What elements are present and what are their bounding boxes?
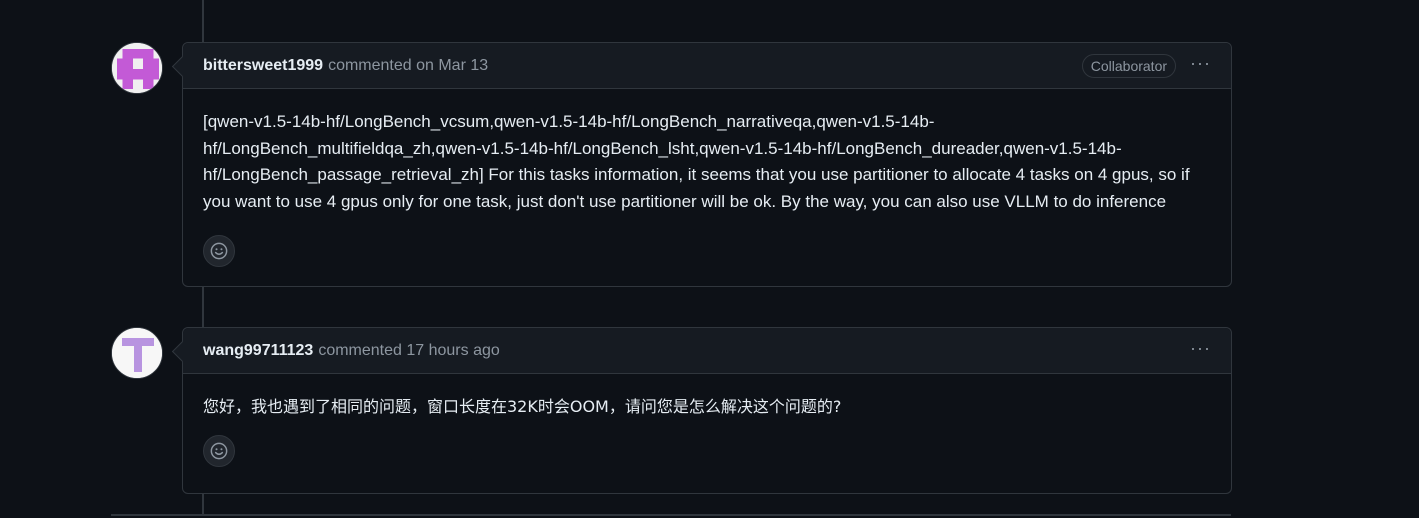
comment-header-actions: Collaborator ··· [1081, 53, 1211, 78]
timeline-line [202, 287, 204, 327]
comment-body: [qwen-v1.5-14b-hf/LongBench_vcsum,qwen-v… [203, 112, 1190, 211]
comment-header: bittersweet1999 commented on Mar 13 Coll… [183, 43, 1231, 89]
kebab-horizontal-icon[interactable]: ··· [1190, 339, 1211, 363]
comment-body: 您好，我也遇到了相同的问题，窗口长度在32K时会OOM，请问您是怎么解决这个问题… [203, 397, 842, 416]
timeline-line [202, 0, 204, 42]
comment-author[interactable]: wang99711123 [203, 342, 313, 360]
smiley-icon [210, 242, 228, 260]
comment-author[interactable]: bittersweet1999 [203, 57, 323, 75]
comment-header: wang99711123 commented 17 hours ago ··· [183, 328, 1231, 374]
smiley-icon [210, 442, 228, 459]
letter-avatar-icon [112, 328, 162, 378]
add-reaction-button[interactable] [203, 434, 235, 467]
avatar[interactable] [111, 42, 163, 94]
collaborator-badge: Collaborator [1081, 53, 1177, 78]
timeline-divider [111, 514, 1231, 516]
identicon-avatar-icon [112, 43, 162, 93]
comment-card: wang99711123 commented 17 hours ago ··· … [182, 327, 1232, 494]
timeline-line [202, 494, 204, 514]
comment-header-actions: ··· [1190, 339, 1211, 363]
comment-timestamp[interactable]: commented 17 hours ago [318, 342, 499, 360]
comment-timestamp[interactable]: commented on Mar 13 [328, 57, 488, 75]
avatar[interactable] [111, 327, 163, 379]
kebab-horizontal-icon[interactable]: ··· [1190, 54, 1211, 78]
comment-card: bittersweet1999 commented on Mar 13 Coll… [182, 42, 1232, 287]
add-reaction-button[interactable] [203, 235, 235, 267]
